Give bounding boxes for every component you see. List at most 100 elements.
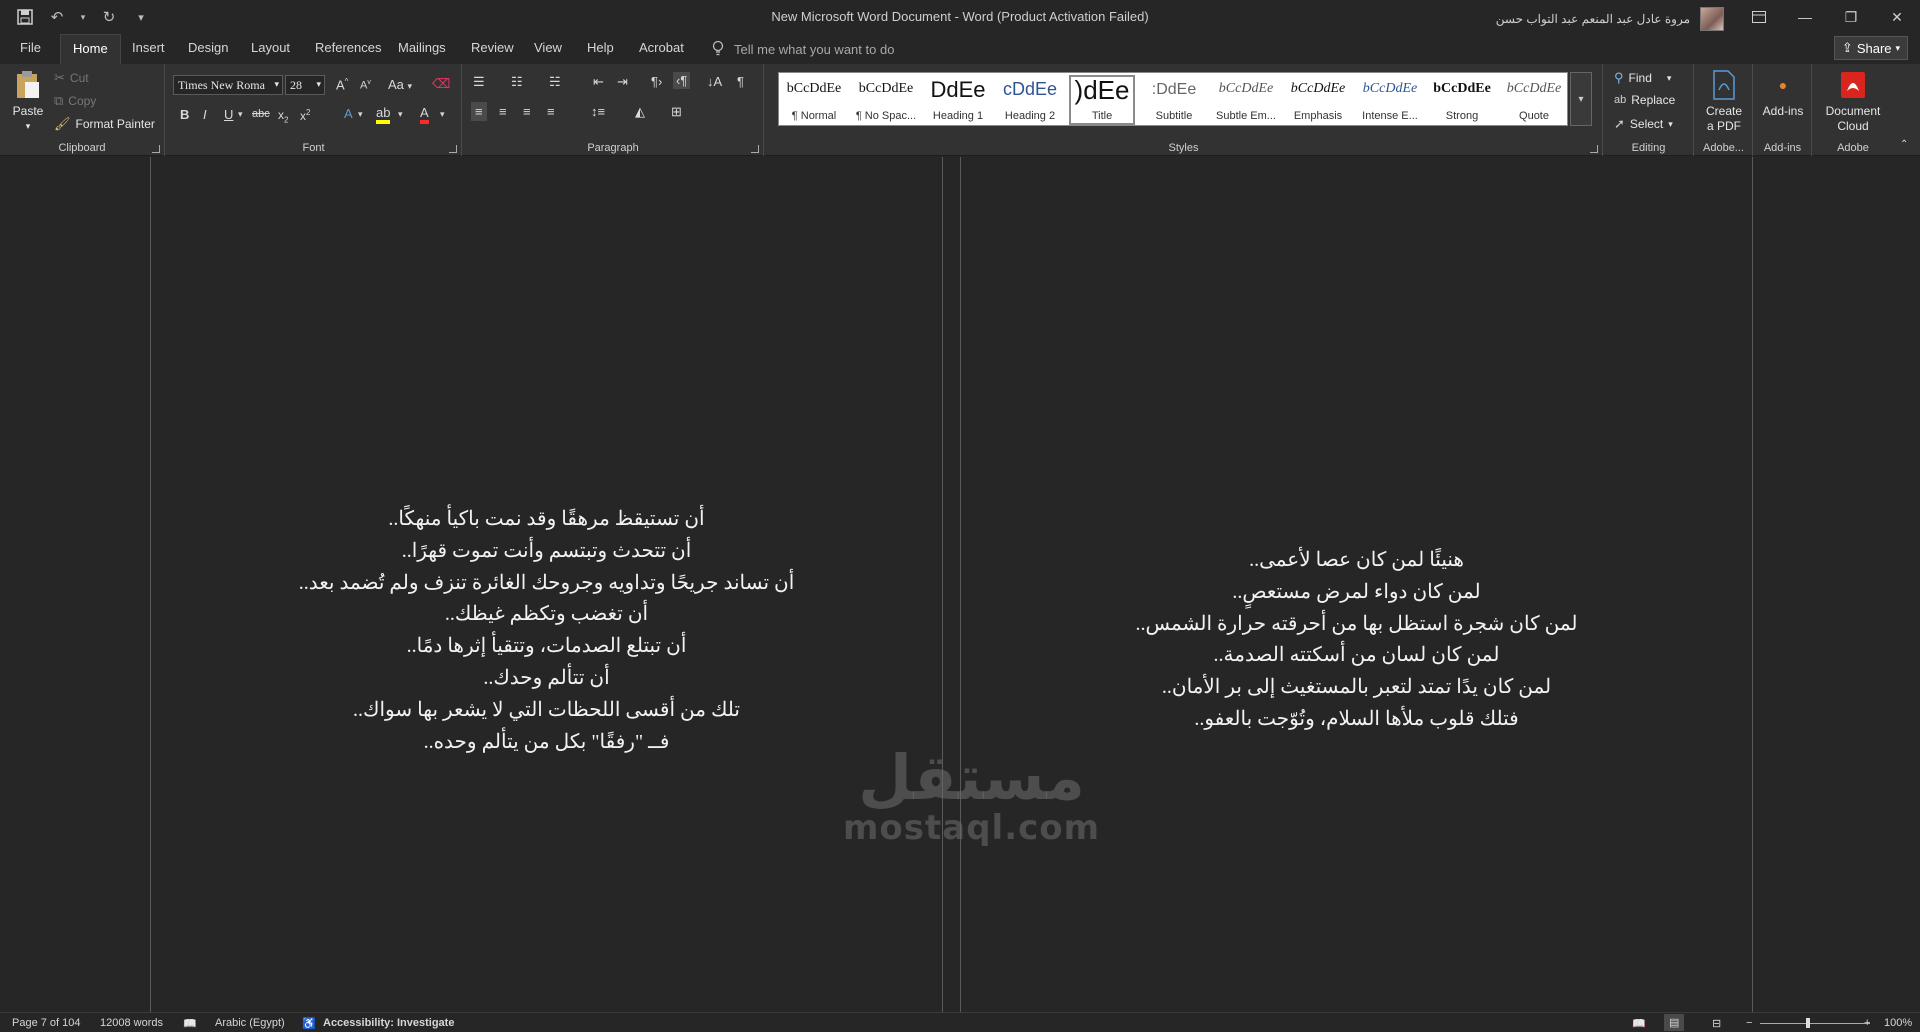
style-subtitle[interactable]: :DdEe Subtitle <box>1141 75 1207 125</box>
page-count[interactable]: Page 7 of 104 <box>12 1017 81 1029</box>
user-account[interactable]: مروة عادل عبد المنعم عبد التواب حسن <box>1496 7 1724 31</box>
styles-more-icon[interactable]: ▾ <box>1570 72 1592 126</box>
rtl-direction-icon[interactable]: ‹¶ <box>673 72 691 89</box>
format-painter-button[interactable]: 🖌 Format Painter <box>54 116 155 132</box>
style-strong[interactable]: bCcDdEe Strong <box>1429 75 1495 125</box>
highlight-icon[interactable]: ab <box>376 106 391 124</box>
cut-button[interactable]: ✂ Cut <box>54 70 89 86</box>
style-intense-emphasis[interactable]: bCcDdEe Intense E... <box>1357 75 1423 125</box>
shading-icon[interactable]: ◭ <box>635 104 645 120</box>
close-icon[interactable]: ✕ <box>1874 0 1920 34</box>
style-normal[interactable]: bCcDdEe ¶ Normal <box>781 75 847 125</box>
align-center-icon[interactable]: ≡ <box>499 104 507 119</box>
subscript-icon[interactable]: x2 <box>278 108 288 124</box>
style-heading-2[interactable]: cDdEe Heading 2 <box>997 75 1063 125</box>
font-launcher-icon[interactable] <box>449 145 457 153</box>
sort-icon[interactable]: ↓A <box>707 74 722 89</box>
align-right-icon[interactable]: ≡ <box>523 104 531 119</box>
justify-icon[interactable]: ≡ <box>547 104 555 119</box>
decrease-indent-icon[interactable]: ⇤ <box>593 74 604 90</box>
create-pdf-button[interactable]: Create a PDF <box>1697 70 1751 134</box>
zoom-out-icon[interactable]: − <box>1746 1017 1752 1029</box>
superscript-icon[interactable]: x2 <box>300 108 310 123</box>
restore-icon[interactable]: ❐ <box>1828 0 1874 34</box>
show-formatting-icon[interactable]: ¶ <box>737 74 744 89</box>
style-no-spacing[interactable]: bCcDdEe ¶ No Spac... <box>853 75 919 125</box>
document-page-right[interactable]: هنيئًا لمن كان عصا لأعمى.. لمن كان دواء … <box>960 157 1753 1012</box>
line-spacing-icon[interactable]: ↕≡ <box>591 104 605 119</box>
style-title[interactable]: )dEe Title <box>1069 75 1135 125</box>
italic-icon[interactable]: I <box>203 107 207 122</box>
document-workspace[interactable]: أن تستيقظ مرهقًا وقد نمت باكيأ منهكًا.. … <box>0 157 1920 1012</box>
zoom-slider-thumb[interactable] <box>1806 1018 1810 1028</box>
share-button[interactable]: ⇪ Share ▾ <box>1834 36 1908 60</box>
collapse-ribbon-icon[interactable]: ⌃ <box>1900 139 1908 150</box>
style-subtle-emphasis[interactable]: bCcDdEe Subtle Em... <box>1213 75 1279 125</box>
tell-me-search[interactable]: Tell me what you want to do <box>712 40 894 59</box>
proofing-icon[interactable]: 📖 <box>183 1017 197 1030</box>
tab-file[interactable]: File <box>20 40 41 55</box>
shrink-font-icon[interactable]: Av <box>360 79 371 92</box>
addins-button[interactable]: ● Add-ins <box>1756 70 1810 119</box>
bullets-icon[interactable]: ☰ <box>473 74 485 90</box>
minimize-icon[interactable]: — <box>1782 0 1828 34</box>
text-effects-icon[interactable]: A <box>344 106 353 121</box>
tab-home[interactable]: Home <box>60 34 121 64</box>
font-name-select[interactable]: Times New Roma ▾ <box>173 75 283 95</box>
style-emphasis[interactable]: bCcDdEe Emphasis <box>1285 75 1351 125</box>
borders-icon[interactable]: ⊞ <box>671 104 682 120</box>
tab-references[interactable]: References <box>315 40 381 55</box>
strikethrough-icon[interactable]: abc <box>252 108 270 120</box>
highlight-dropdown-icon[interactable]: ▾ <box>398 109 403 120</box>
tab-layout[interactable]: Layout <box>251 40 290 55</box>
print-layout-icon[interactable]: ▤ <box>1664 1014 1685 1031</box>
paste-button[interactable]: Paste ▾ <box>8 70 48 134</box>
zoom-slider-track[interactable] <box>1760 1023 1870 1024</box>
web-layout-icon[interactable]: ⊟ <box>1712 1017 1721 1030</box>
right-page-text[interactable]: هنيئًا لمن كان عصا لأعمى.. لمن كان دواء … <box>961 545 1752 736</box>
font-color-icon[interactable]: A <box>420 106 429 124</box>
find-button[interactable]: ⚲ Find ▾ <box>1614 70 1671 86</box>
language[interactable]: Arabic (Egypt) <box>215 1017 285 1029</box>
zoom-in-icon[interactable]: + <box>1864 1017 1870 1029</box>
tab-design[interactable]: Design <box>188 40 228 55</box>
ribbon-display-options-icon[interactable] <box>1736 0 1782 34</box>
tab-mailings[interactable]: Mailings <box>398 40 446 55</box>
tab-review[interactable]: Review <box>471 40 514 55</box>
text-effects-dropdown-icon[interactable]: ▾ <box>358 109 363 120</box>
paste-dropdown-icon[interactable]: ▾ <box>8 119 48 134</box>
copy-button[interactable]: ⧉ Copy <box>54 93 96 109</box>
change-case-button[interactable]: Aa ▾ <box>388 77 412 92</box>
align-left-icon[interactable]: ≡ <box>471 102 487 121</box>
paragraph-launcher-icon[interactable] <box>751 145 759 153</box>
font-size-select[interactable]: 28 ▾ <box>285 75 325 95</box>
clear-formatting-icon[interactable]: ⌫ <box>432 76 450 92</box>
grow-font-icon[interactable]: A^ <box>336 77 348 92</box>
tab-view[interactable]: View <box>534 40 562 55</box>
font-color-dropdown-icon[interactable]: ▾ <box>440 109 445 120</box>
tab-help[interactable]: Help <box>587 40 614 55</box>
avatar[interactable] <box>1700 7 1724 31</box>
underline-dropdown-icon[interactable]: ▾ <box>238 109 243 120</box>
tab-insert[interactable]: Insert <box>132 40 165 55</box>
bold-icon[interactable]: B <box>180 107 189 122</box>
ltr-direction-icon[interactable]: ¶› <box>651 74 662 89</box>
document-page-left[interactable]: أن تستيقظ مرهقًا وقد نمت باكيأ منهكًا.. … <box>150 157 943 1012</box>
styles-launcher-icon[interactable] <box>1590 145 1598 153</box>
underline-icon[interactable]: U <box>224 107 233 122</box>
document-cloud-button[interactable]: Document Cloud <box>1817 70 1889 134</box>
replace-button[interactable]: ab Replace <box>1614 93 1675 107</box>
zoom-level[interactable]: 100% <box>1884 1017 1912 1029</box>
read-mode-icon[interactable]: 📖 <box>1632 1017 1646 1030</box>
word-count[interactable]: 12008 words <box>100 1017 163 1029</box>
select-button[interactable]: ➚ Select ▾ <box>1614 116 1673 132</box>
multilevel-list-icon[interactable]: ☵ <box>549 74 561 90</box>
left-page-text[interactable]: أن تستيقظ مرهقًا وقد نمت باكيأ منهكًا.. … <box>151 504 942 758</box>
style-heading-1[interactable]: DdEe Heading 1 <box>925 75 991 125</box>
tab-acrobat[interactable]: Acrobat <box>639 40 684 55</box>
accessibility-status[interactable]: Accessibility: Investigate <box>323 1017 454 1029</box>
clipboard-launcher-icon[interactable] <box>152 145 160 153</box>
numbering-icon[interactable]: ☷ <box>511 74 523 90</box>
increase-indent-icon[interactable]: ⇥ <box>617 74 628 90</box>
style-quote[interactable]: bCcDdEe Quote <box>1501 75 1567 125</box>
